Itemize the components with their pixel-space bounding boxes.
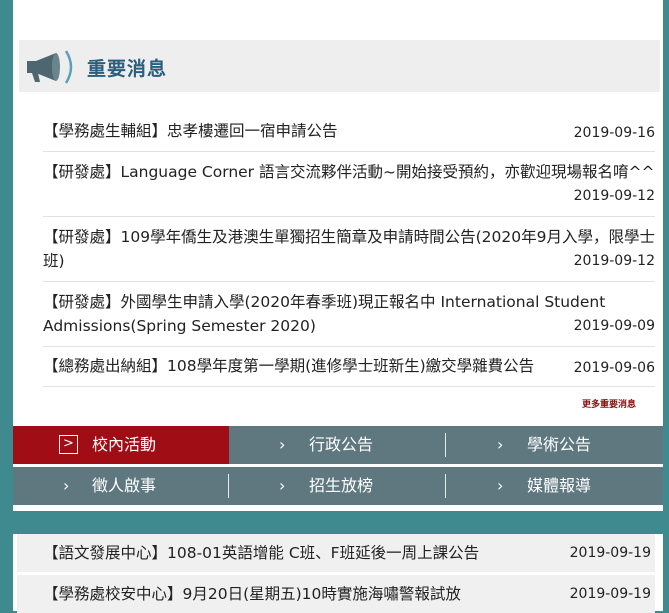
activities-panel: 【語文發展中心】108-01英語增能 C班、F班延後一周上課公告 2019-09… [13,534,663,613]
tab-divider [445,474,446,498]
chevron-right-icon: > [59,435,78,454]
news-item-date: 2019-09-09 [573,318,655,334]
tab-label: 學術公告 [527,435,592,454]
activity-item-date: 2019-09-19 [569,586,651,602]
activity-item-date: 2019-09-19 [569,545,651,561]
tab-admin-notices[interactable]: › 行政公告 [229,426,447,464]
news-item[interactable]: 【總務處出納組】108學年度第一學期(進修學士班新生)繳交學雜費公告 2019-… [43,354,655,387]
news-item-title[interactable]: 【研發處】Language Corner 語言交流夥伴活動~開始接受預約，亦歡迎… [43,160,655,184]
news-panel: 重要消息 【學務處生輔組】忠孝樓遷回一宿申請公告 2019-09-16 【研發處… [13,0,663,511]
news-item-date: 2019-09-12 [573,253,655,269]
tab-job-openings[interactable]: › 徵人啟事 [13,467,229,505]
chevron-right-icon: › [63,476,70,495]
tab-label: 校內活動 [92,435,157,454]
news-item[interactable]: 【學務處生輔組】忠孝樓遷回一宿申請公告 2019-09-16 [43,119,655,152]
activity-item-title[interactable]: 【學務處校安中心】9月20日(星期五)10時實施海嘯警報試放 [43,585,461,603]
tab-media-reports[interactable]: › 媒體報導 [447,467,663,505]
tab-label: 招生放榜 [309,476,374,495]
chevron-right-icon: › [497,476,504,495]
activity-item[interactable]: 【學務處校安中心】9月20日(星期五)10時實施海嘯警報試放 2019-09-1… [17,575,655,613]
activity-item-title[interactable]: 【語文發展中心】108-01英語增能 C班、F班延後一周上課公告 [43,544,479,562]
news-header: 重要消息 [19,40,660,92]
news-item-title[interactable]: 【學務處生輔組】忠孝樓遷回一宿申請公告 [43,119,655,143]
tab-campus-activities[interactable]: > 校內活動 [13,426,229,464]
chevron-right-icon: › [279,435,286,454]
news-item-date: 2019-09-16 [573,125,655,141]
tab-label: 行政公告 [309,435,374,454]
tab-academic-notices[interactable]: › 學術公告 [447,426,663,464]
activity-item[interactable]: 【語文發展中心】108-01英語增能 C班、F班延後一周上課公告 2019-09… [17,534,655,572]
tab-divider [445,433,446,457]
news-title: 重要消息 [87,58,168,80]
tab-label: 徵人啟事 [92,476,157,495]
tab-label: 媒體報導 [527,476,592,495]
news-item[interactable]: 【研發處】Language Corner 語言交流夥伴活動~開始接受預約，亦歡迎… [43,160,655,217]
news-item-title[interactable]: 【研發處】外國學生申請入學(2020年春季班)現正報名中 Internation… [43,290,655,338]
news-item-title[interactable]: 【總務處出納組】108學年度第一學期(進修學士班新生)繳交學雜費公告 [43,354,655,378]
news-item[interactable]: 【研發處】109學年僑生及港澳生單獨招生簡章及申請時間公告(2020年9月入學，… [43,225,655,282]
chevron-right-icon: › [279,476,286,495]
news-item-date: 2019-09-06 [573,360,655,376]
news-item-date: 2019-09-12 [573,188,655,204]
tab-admissions-results[interactable]: › 招生放榜 [229,467,447,505]
chevron-right-icon: › [497,435,504,454]
megaphone-icon [27,50,73,84]
news-item[interactable]: 【研發處】外國學生申請入學(2020年春季班)現正報名中 Internation… [43,290,655,347]
news-item-title[interactable]: 【研發處】109學年僑生及港澳生單獨招生簡章及申請時間公告(2020年9月入學，… [43,225,655,273]
more-news-link[interactable]: 更多重要消息 [582,397,636,410]
